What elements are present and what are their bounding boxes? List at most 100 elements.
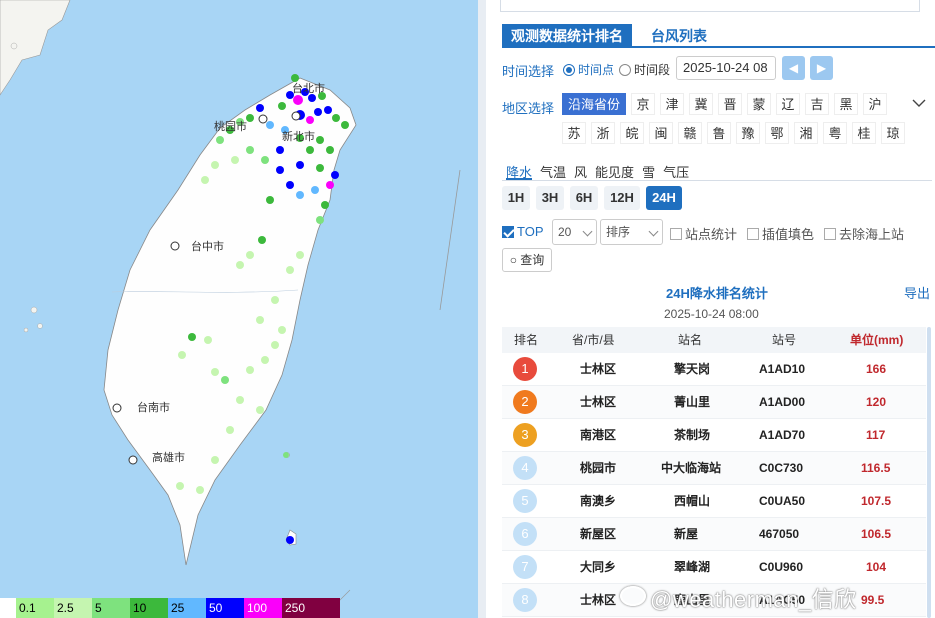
element-tabs: 降水 气温 风 能见度 雪 气压	[506, 162, 697, 180]
chevron-down-icon[interactable]	[912, 96, 926, 110]
legend-cell: 25	[168, 598, 206, 618]
col-region: 省/市/县	[572, 333, 615, 347]
cell-id: C0U960	[759, 560, 804, 574]
col-unit: 单位(mm)	[850, 333, 904, 347]
stat-date: 2025-10-24 08:00	[664, 307, 759, 321]
top-checkbox[interactable]: TOP	[502, 224, 544, 239]
region-btn[interactable]: 鲁	[707, 122, 731, 144]
legend-cell: 10	[130, 598, 168, 618]
radio-label: 时间段	[634, 63, 671, 77]
col-rank: 排名	[514, 333, 539, 347]
cell-region: 南港区	[580, 428, 617, 442]
region-btn[interactable]: 晋	[718, 93, 742, 115]
cell-id: A1AD10	[759, 362, 806, 376]
legend-cell: 100	[244, 598, 282, 618]
cell-name: 西帽山	[674, 494, 711, 508]
legend-start	[0, 598, 16, 618]
region-btn[interactable]: 赣	[678, 122, 702, 144]
region-btn[interactable]: 豫	[736, 122, 760, 144]
rank-badge: 3	[513, 423, 537, 447]
cell-region: 大同乡	[580, 560, 617, 574]
stat-title: 24H降水排名统计	[666, 286, 768, 301]
hour-24h-button[interactable]: 24H	[646, 186, 682, 210]
table-row[interactable]: 1 士林区 擎天岗 A1AD10 166	[502, 353, 926, 386]
subtab-temp[interactable]: 气温	[540, 162, 566, 180]
table-row[interactable]: 7 大同乡 翠峰湖 C0U960 104	[502, 551, 926, 584]
cell-value: 120	[866, 395, 887, 409]
date-input[interactable]: 2025-10-24 08	[676, 56, 776, 80]
region-btn[interactable]: 沿海省份	[562, 93, 626, 115]
radio-time-range[interactable]: 时间段	[619, 61, 670, 78]
legend-cell: 2.5	[54, 598, 92, 618]
legend-cell: 0.1	[16, 598, 54, 618]
table-row[interactable]: 4 桃园市 中大临海站 C0C730 116.5	[502, 452, 926, 485]
checkbox-box	[502, 225, 514, 238]
export-link[interactable]: 导出	[904, 283, 930, 302]
cell-id: A1AD00	[759, 395, 806, 409]
region-btn[interactable]: 鄂	[765, 122, 789, 144]
region-btn[interactable]: 粤	[823, 122, 847, 144]
subtab-precip[interactable]: 降水	[506, 162, 533, 180]
next-time-button[interactable]: ▶	[810, 56, 833, 80]
region-btn[interactable]: 蒙	[747, 93, 771, 115]
tab-typhoon-list[interactable]: 台风列表	[642, 24, 716, 48]
cell-id: C0C730	[759, 461, 804, 475]
table-scrollbar[interactable]	[927, 327, 931, 618]
legend-end	[320, 598, 340, 618]
subtab-visibility[interactable]: 能见度	[595, 162, 634, 180]
region-btn[interactable]: 皖	[620, 122, 644, 144]
interp-fill-checkbox[interactable]: 插值填色	[747, 224, 814, 243]
region-btn[interactable]: 辽	[776, 93, 800, 115]
checkbox-box	[824, 227, 836, 240]
select-value: 20	[558, 225, 572, 239]
station-stat-checkbox[interactable]: 站点统计	[670, 224, 737, 243]
hour-12h-button[interactable]: 12H	[604, 186, 640, 210]
legend-cell: 5	[92, 598, 130, 618]
subtab-wind[interactable]: 风	[574, 162, 587, 180]
rank-badge: 5	[513, 489, 537, 513]
rank-badge: 1	[513, 357, 537, 381]
region-btn[interactable]: 浙	[591, 122, 615, 144]
table-row[interactable]: 5 南澳乡 西帽山 C0UA50 107.5	[502, 485, 926, 518]
region-btn[interactable]: 苏	[562, 122, 586, 144]
rainfall-legend: 0.1 2.5 5 10 25 50 100 250	[0, 598, 340, 618]
hour-1h-button[interactable]: 1H	[502, 186, 530, 210]
query-button[interactable]: ○ 查询	[502, 248, 552, 272]
weibo-icon	[620, 586, 646, 606]
table-row[interactable]: 2 士林区 菁山里 A1AD00 120	[502, 386, 926, 419]
city-label-taoyuan: 桃园市	[214, 121, 247, 133]
region-btn[interactable]: 津	[660, 93, 684, 115]
region-btn[interactable]: 黑	[834, 93, 858, 115]
table-row[interactable]: 6 新屋区 新屋 467050 106.5	[502, 518, 926, 551]
cell-region: 桃园市	[580, 461, 617, 475]
radio-time-point[interactable]: 时间点	[563, 61, 614, 78]
chevron-down-icon	[648, 226, 659, 237]
checkbox-label: 去除海上站	[839, 227, 905, 242]
cell-value: 166	[866, 362, 887, 376]
cell-value: 107.5	[861, 494, 892, 508]
rank-badge: 2	[513, 390, 537, 414]
tab-obs-ranking[interactable]: 观测数据统计排名	[502, 24, 632, 48]
sort-select[interactable]: 排序	[600, 219, 663, 245]
prev-time-button[interactable]: ◀	[782, 56, 805, 80]
legend-cell: 50	[206, 598, 244, 618]
table-row[interactable]: 3 南港区 茶制场 A1AD70 117	[502, 419, 926, 452]
hour-3h-button[interactable]: 3H	[536, 186, 564, 210]
subtab-pressure[interactable]: 气压	[663, 162, 689, 180]
remove-sea-checkbox[interactable]: 去除海上站	[824, 224, 904, 243]
rainfall-map[interactable]: 台北市 桃园市 新北市 台中市 台南市 高雄市 0.1 2.5 5 10 25 …	[0, 0, 478, 618]
region-btn[interactable]: 桂	[852, 122, 876, 144]
region-btn[interactable]: 湘	[794, 122, 818, 144]
region-btn[interactable]: 京	[631, 93, 655, 115]
hour-6h-button[interactable]: 6H	[570, 186, 598, 210]
rank-badge: 6	[513, 522, 537, 546]
col-id: 站号	[772, 333, 797, 347]
region-btn[interactable]: 琼	[881, 122, 905, 144]
subtab-snow[interactable]: 雪	[642, 162, 655, 180]
region-btn[interactable]: 闽	[649, 122, 673, 144]
top-count-select[interactable]: 20	[552, 219, 597, 245]
region-btn[interactable]: 冀	[689, 93, 713, 115]
cell-value: 106.5	[861, 527, 892, 541]
region-btn[interactable]: 吉	[805, 93, 829, 115]
region-btn[interactable]: 沪	[863, 93, 887, 115]
